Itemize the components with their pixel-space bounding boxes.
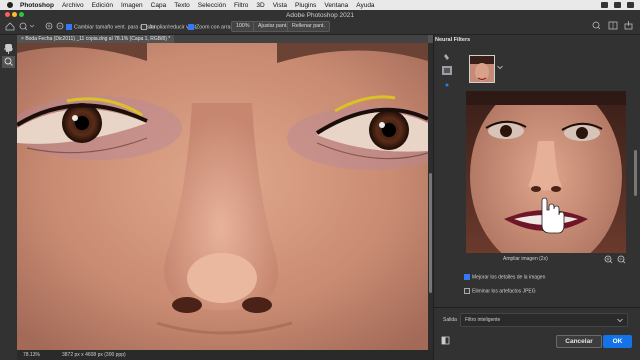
menu-archivo[interactable]: Archivo: [62, 2, 84, 9]
move-tool-icon[interactable]: [4, 44, 13, 54]
cancel-button[interactable]: Cancelar: [556, 335, 602, 348]
output-select-value: Filtro inteligente: [465, 317, 501, 323]
output-select[interactable]: Filtro inteligente: [460, 313, 628, 327]
zoom-in-icon[interactable]: [604, 255, 613, 264]
face-photo: [17, 43, 428, 350]
mac-menu-bar: Photoshop Archivo Edición Imagen Capa Te…: [0, 0, 640, 10]
image-layer-icon[interactable]: [442, 66, 452, 75]
zoom-100-button[interactable]: 100%: [231, 21, 255, 32]
source-thumbnail-face: [470, 56, 494, 82]
workspace-controls: [592, 21, 633, 30]
panel-divider: [433, 307, 640, 308]
menu-imagen[interactable]: Imagen: [121, 2, 143, 9]
zoom-in-icon[interactable]: [45, 22, 53, 30]
menu-vista[interactable]: Vista: [273, 2, 287, 9]
brush-icon[interactable]: [444, 54, 449, 60]
document-canvas[interactable]: [17, 43, 428, 350]
filter-preview-image[interactable]: [466, 91, 626, 253]
menu-plugins[interactable]: Plugins: [295, 2, 316, 9]
remove-jpeg-artifacts-checkbox[interactable]: [464, 288, 470, 294]
menu-texto[interactable]: Texto: [174, 2, 190, 9]
zoom-image-label: Ampliar imagen (2x): [503, 256, 548, 262]
home-icon[interactable]: [5, 22, 15, 31]
source-thumbnail[interactable]: [469, 55, 495, 83]
search-icon[interactable]: [592, 21, 601, 30]
wifi-icon: [601, 2, 608, 8]
resize-windows-checkbox[interactable]: [66, 24, 72, 30]
chevron-down-icon[interactable]: [29, 24, 35, 28]
zoom-all-windows-checkbox[interactable]: [141, 24, 147, 30]
panel-title: Neural Filters: [435, 37, 471, 43]
status-icons: [601, 2, 634, 8]
menu-ventana[interactable]: Ventana: [324, 2, 348, 9]
zoom-out-icon[interactable]: [56, 22, 64, 30]
enhance-details-label: Mejorar los detalles de la imagen: [472, 274, 546, 281]
preview-zoom-controls: [604, 255, 626, 264]
canvas-scrollbar-thumb[interactable]: [429, 173, 432, 293]
fill-screen-button[interactable]: Rellenar pant.: [287, 21, 330, 32]
document-tab-bar: × Boda Fecha (Dic2011) _11 copia.dng al …: [17, 35, 428, 43]
panel-side-icons: [442, 54, 452, 87]
share-icon[interactable]: [624, 21, 633, 30]
remove-jpeg-artifacts-label: Eliminar los artefactos JPEG: [472, 288, 536, 295]
document-tab-label: Boda Fecha (Dic2011) _11 copia.dng al 78…: [25, 36, 171, 42]
zoom-level[interactable]: 78.13%: [23, 350, 40, 360]
tools-icons: [2, 44, 15, 68]
apple-icon[interactable]: [7, 2, 13, 8]
document-dimensions[interactable]: 3872 px x 4608 px (300 ppp): [62, 350, 126, 360]
panel-scrollbar[interactable]: [634, 150, 637, 196]
chevron-down-icon[interactable]: [497, 65, 503, 70]
search-spotlight-icon: [614, 2, 621, 8]
menu-3d[interactable]: 3D: [256, 2, 264, 9]
menu-filtro[interactable]: Filtro: [234, 2, 248, 9]
option-enhance-details[interactable]: Mejorar los detalles de la imagen: [464, 274, 545, 280]
menu-edicion[interactable]: Edición: [92, 2, 113, 9]
chevron-down-icon: [617, 318, 623, 323]
status-bar: 78.13% 3872 px x 4608 px (300 ppp): [17, 350, 433, 360]
menu-app-name[interactable]: Photoshop: [20, 2, 54, 9]
menu-seleccion[interactable]: Selección: [198, 2, 226, 9]
window-title: Adobe Photoshop 2021: [286, 12, 354, 19]
workspace-icon[interactable]: [608, 21, 618, 30]
active-indicator-icon: [445, 83, 449, 87]
scrubby-zoom-checkbox[interactable]: [188, 24, 194, 30]
menu-capa[interactable]: Capa: [151, 2, 167, 9]
ok-button[interactable]: OK: [603, 335, 632, 348]
control-center-icon: [627, 2, 634, 8]
preview-face: [466, 91, 626, 253]
option-remove-jpeg-artifacts[interactable]: Eliminar los artefactos JPEG: [464, 288, 536, 294]
output-label: Salida: [443, 317, 457, 323]
enhance-details-checkbox[interactable]: [464, 274, 470, 280]
tools-panel: [0, 35, 18, 360]
document-tab[interactable]: × Boda Fecha (Dic2011) _11 copia.dng al …: [17, 35, 175, 43]
menu-ayuda[interactable]: Ayuda: [356, 2, 374, 9]
layer-preview-icon[interactable]: [441, 336, 450, 345]
zoom-tool-preset-icon[interactable]: [19, 22, 28, 31]
zoom-tool-icon[interactable]: [2, 56, 15, 68]
zoom-out-icon[interactable]: [617, 255, 626, 264]
